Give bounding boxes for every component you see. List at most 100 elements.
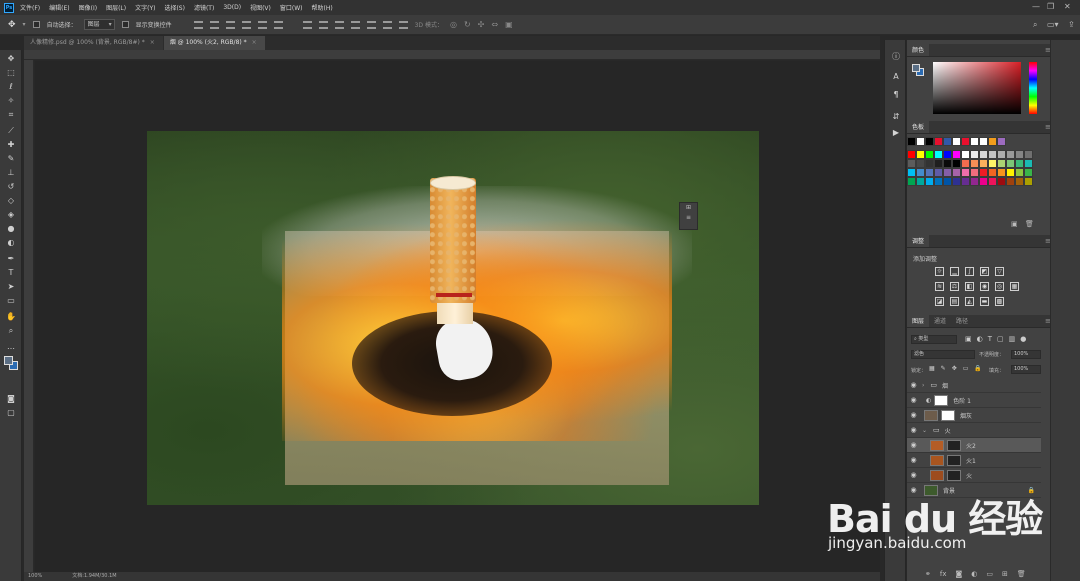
delete-layer-icon[interactable]: 🗑 bbox=[1017, 570, 1026, 578]
tab-channels[interactable]: 通道 bbox=[929, 315, 951, 327]
menu-window[interactable]: 窗口(W) bbox=[280, 3, 303, 12]
color-panel-fg-bg[interactable] bbox=[912, 64, 924, 76]
layer-row-fire-group[interactable]: ◉ ⌄ ▭ 火 bbox=[907, 423, 1041, 438]
swatch-26[interactable] bbox=[1015, 159, 1024, 168]
swatch-24[interactable] bbox=[997, 159, 1006, 168]
swatch-40[interactable] bbox=[1015, 168, 1024, 177]
menu-layer[interactable]: 图层(L) bbox=[106, 3, 126, 12]
swatch-43[interactable] bbox=[916, 177, 925, 186]
add-mask-icon[interactable]: ◙ bbox=[955, 570, 962, 578]
document-canvas[interactable] bbox=[147, 131, 759, 505]
type-filter-icon[interactable]: T bbox=[988, 335, 992, 343]
filter-toggle-icon[interactable]: ● bbox=[1020, 335, 1026, 343]
layer-mask-thumbnail[interactable] bbox=[934, 394, 949, 406]
swatch-16[interactable] bbox=[925, 159, 934, 168]
floating-properties-widget[interactable]: ⊞ ≡ bbox=[679, 202, 698, 230]
swatch-0[interactable] bbox=[907, 150, 916, 159]
swatch-12[interactable] bbox=[1015, 150, 1024, 159]
zoom-tool-icon[interactable]: ⌕ bbox=[6, 326, 16, 336]
quick-mask-icon[interactable]: ◙ bbox=[6, 394, 16, 404]
selective-color-icon[interactable]: ▩ bbox=[995, 297, 1004, 306]
blur-tool-icon[interactable]: ● bbox=[6, 224, 16, 234]
menu-view[interactable]: 视图(V) bbox=[250, 3, 271, 12]
paint-bucket-tool-icon[interactable]: ◈ bbox=[6, 210, 16, 220]
layer-thumbnail[interactable] bbox=[930, 469, 944, 481]
layer-mask-thumbnail[interactable] bbox=[947, 469, 961, 481]
align-right-icon[interactable] bbox=[273, 20, 283, 29]
crop-tool-icon[interactable]: ⌗ bbox=[6, 110, 16, 120]
visibility-eye-icon[interactable]: ◉ bbox=[907, 426, 920, 434]
swatch-18[interactable] bbox=[943, 159, 952, 168]
swatch-34[interactable] bbox=[961, 168, 970, 177]
new-swatch-icon[interactable]: ▣ bbox=[1011, 220, 1018, 228]
swatch-35[interactable] bbox=[970, 168, 979, 177]
swatch-7[interactable] bbox=[970, 150, 979, 159]
move-tool-icon[interactable]: ✥ bbox=[8, 20, 16, 30]
distribute-top-icon[interactable] bbox=[302, 20, 312, 29]
visibility-eye-icon[interactable]: ◉ bbox=[907, 456, 920, 464]
swatch-2[interactable] bbox=[925, 150, 934, 159]
swatch-4[interactable] bbox=[943, 150, 952, 159]
lock-position-icon[interactable]: ✥ bbox=[952, 365, 957, 372]
swatch-50[interactable] bbox=[979, 177, 988, 186]
restore-icon[interactable]: ❐ bbox=[1047, 2, 1054, 11]
swatch-41[interactable] bbox=[1024, 168, 1033, 177]
invert-icon[interactable]: ◪ bbox=[935, 297, 944, 306]
history-icon[interactable]: ⇵ bbox=[891, 112, 901, 122]
properties-icon[interactable]: ⊞ bbox=[680, 203, 697, 213]
swatch-33[interactable] bbox=[952, 168, 961, 177]
swatch-20[interactable] bbox=[961, 159, 970, 168]
menu-file[interactable]: 文件(F) bbox=[20, 3, 40, 12]
brightness-contrast-icon[interactable]: ☼ bbox=[935, 267, 944, 276]
swatch-21[interactable] bbox=[970, 159, 979, 168]
lock-transparent-icon[interactable]: ▦ bbox=[929, 365, 935, 372]
hand-tool-icon[interactable]: ✋ bbox=[6, 312, 16, 322]
swatch-15[interactable] bbox=[916, 159, 925, 168]
layer-row-ash[interactable]: ◉ 烟灰 bbox=[907, 408, 1041, 423]
color-lookup-icon[interactable]: ▦ bbox=[1010, 282, 1019, 291]
layer-row-levels[interactable]: ◉ ◐ 色阶 1 bbox=[907, 393, 1041, 408]
swatch-44[interactable] bbox=[925, 177, 934, 186]
character-icon[interactable]: A bbox=[891, 72, 901, 82]
vibrance-icon[interactable]: ▽ bbox=[995, 267, 1004, 276]
menu-image[interactable]: 图像(I) bbox=[79, 3, 97, 12]
zoom-level[interactable]: 100% bbox=[28, 572, 42, 581]
swatch-9[interactable] bbox=[988, 150, 997, 159]
distribute-left-icon[interactable] bbox=[350, 20, 360, 29]
tool-preset-chevron-icon[interactable]: ▾ bbox=[23, 21, 26, 28]
distribute-right-icon[interactable] bbox=[382, 20, 392, 29]
layer-thumbnail[interactable] bbox=[930, 454, 944, 466]
layer-row-fire[interactable]: ◉ 火 bbox=[907, 468, 1041, 483]
screen-mode-icon[interactable]: ▢ bbox=[6, 408, 16, 418]
share-icon[interactable]: ⇪ bbox=[1068, 20, 1075, 29]
opacity-input[interactable]: 100% bbox=[1011, 350, 1041, 359]
lasso-tool-icon[interactable]: ℓ bbox=[6, 82, 16, 92]
swatch-54[interactable] bbox=[1015, 177, 1024, 186]
layer-row-fire2[interactable]: ◉ 火2 bbox=[907, 438, 1041, 453]
tab-swatches[interactable]: 色板 bbox=[907, 121, 930, 133]
fill-input[interactable]: 100% bbox=[1011, 365, 1041, 374]
minimize-icon[interactable]: — bbox=[1032, 2, 1040, 11]
swatch-5[interactable] bbox=[952, 150, 961, 159]
swatch-31[interactable] bbox=[934, 168, 943, 177]
posterize-icon[interactable]: ▤ bbox=[950, 297, 959, 306]
distribute-bottom-icon[interactable] bbox=[334, 20, 344, 29]
3d-slide-icon[interactable]: ⇔ bbox=[491, 20, 498, 29]
layer-style-icon[interactable]: fx bbox=[940, 570, 947, 578]
magic-wand-tool-icon[interactable]: ✧ bbox=[6, 96, 16, 106]
shape-filter-icon[interactable]: ▢ bbox=[997, 335, 1004, 343]
close-icon[interactable]: ✕ bbox=[1064, 2, 1071, 11]
swatch-29[interactable] bbox=[916, 168, 925, 177]
swatch-19[interactable] bbox=[952, 159, 961, 168]
swatch-47[interactable] bbox=[952, 177, 961, 186]
color-picker-field[interactable] bbox=[933, 62, 1021, 114]
foreground-background-swatch[interactable] bbox=[4, 356, 18, 370]
eraser-tool-icon[interactable]: ◇ bbox=[6, 196, 16, 206]
type-tool-icon[interactable]: T bbox=[6, 268, 16, 278]
eyedropper-tool-icon[interactable]: ⟋ bbox=[6, 126, 16, 136]
new-layer-icon[interactable]: ⊞ bbox=[1002, 570, 1008, 578]
new-group-icon[interactable]: ▭ bbox=[986, 570, 993, 578]
swatch-49[interactable] bbox=[970, 177, 979, 186]
swatch-46[interactable] bbox=[943, 177, 952, 186]
document-info[interactable]: 文档:1.94M/30.1M bbox=[72, 572, 116, 581]
